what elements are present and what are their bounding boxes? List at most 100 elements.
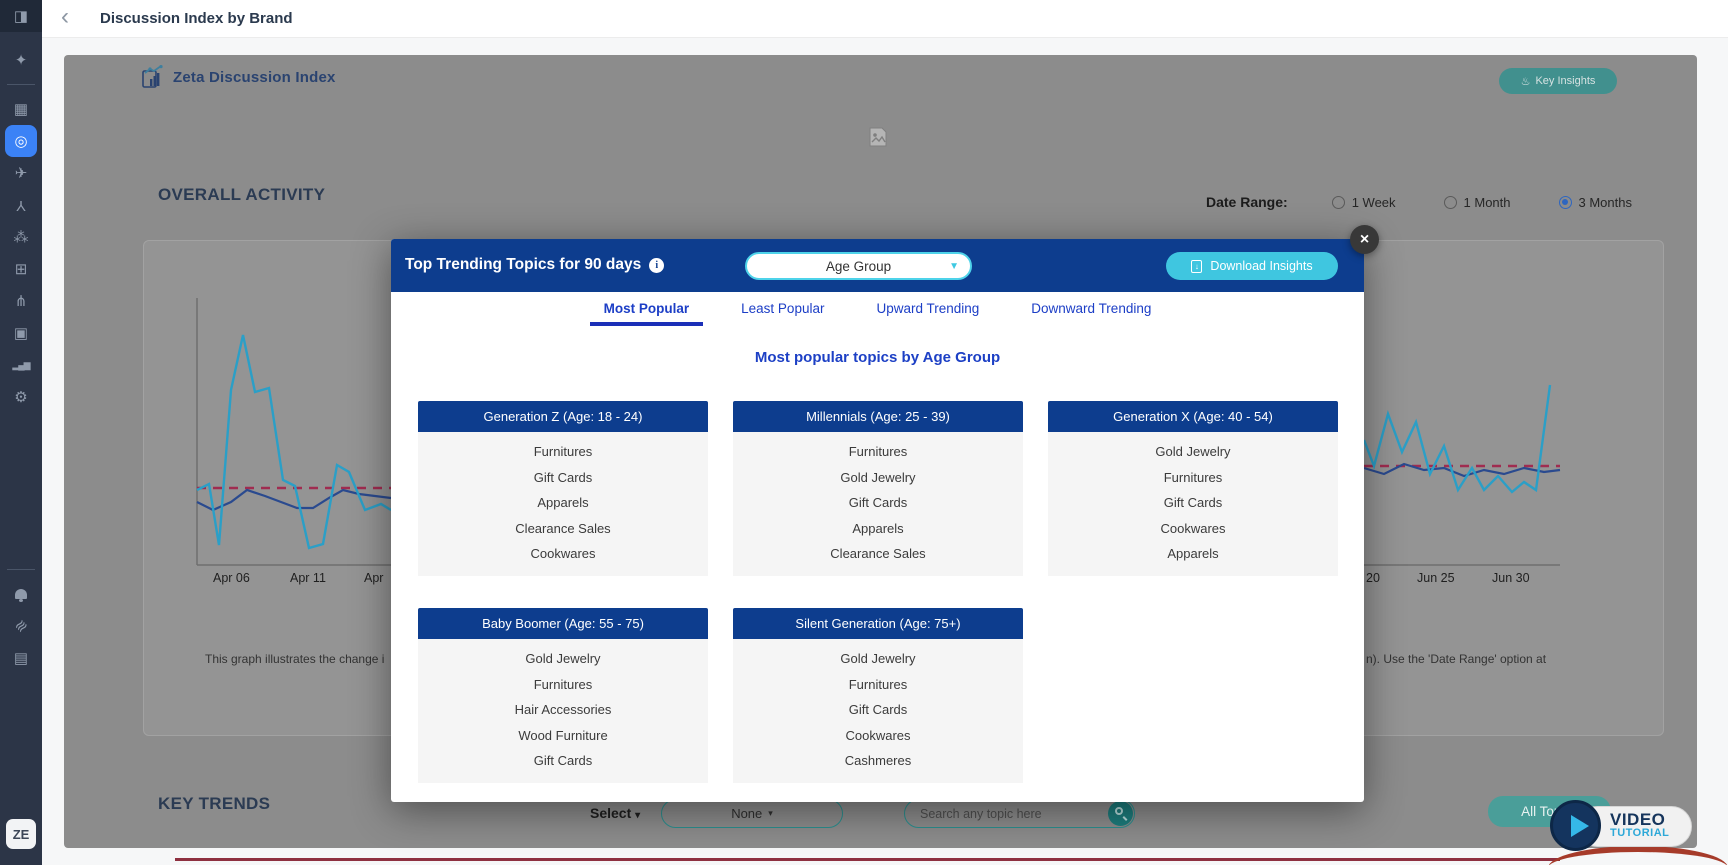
flow-icon[interactable]: ⋔ [0,285,42,317]
topic-card-gen-z: Generation Z (Age: 18 - 24) Furnitures G… [418,401,708,576]
topic-item: Furnitures [733,672,1023,698]
x-axis-label: Jun 30 [1492,571,1530,585]
sidebar: ◨ ✦ ▦ ◎ ✈ Y ⁂ ⊞ ⋔ ▣ ▂▄▆ ⚙ ≋ ▤ ZE [0,0,42,865]
topic-item: Gift Cards [418,465,708,491]
page-title: Discussion Index by Brand [100,10,293,27]
radio-3-months[interactable]: 3 Months [1559,195,1632,210]
topic-item: Gold Jewelry [733,646,1023,672]
dashboard-icon[interactable]: ▦ [0,93,42,125]
topic-item: Cookwares [1048,516,1338,542]
top-bar: ‹ Discussion Index by Brand [0,0,1728,38]
radio-circle [1444,196,1457,209]
topic-item: Gold Jewelry [1048,439,1338,465]
tab-least-popular[interactable]: Least Popular [735,301,830,326]
topic-item: Furnitures [1048,465,1338,491]
panel-toggle-icon[interactable]: ◨ [0,0,42,32]
age-group-dropdown[interactable]: Age Group ▼ [745,252,972,280]
topic-item: Hair Accessories [418,697,708,723]
topic-card-gen-x: Generation X (Age: 40 - 54) Gold Jewelry… [1048,401,1338,576]
trending-topics-modal: Top Trending Topics for 90 days i Age Gr… [391,239,1364,802]
filter-dropdown[interactable]: None ▾ [661,799,843,828]
search-button[interactable] [1108,801,1133,826]
topic-item: Gift Cards [1048,490,1338,516]
radio-circle-selected [1559,196,1572,209]
close-icon[interactable]: × [1350,225,1379,254]
topic-card-baby-boomer: Baby Boomer (Age: 55 - 75) Gold Jewelry … [418,608,708,783]
date-range-group: Date Range: 1 Week 1 Month 3 Months [1206,194,1680,210]
layers-icon[interactable]: ▣ [0,317,42,349]
card-header: Generation Z (Age: 18 - 24) [418,401,708,432]
topic-item: Gift Cards [733,697,1023,723]
card-header: Silent Generation (Age: 75+) [733,608,1023,639]
chevron-down-icon: ▾ [635,810,640,821]
bottom-chart-line [175,858,1560,861]
broken-image-icon [869,127,887,147]
video-label: VIDEO [1610,811,1669,828]
chevron-down-icon: ▾ [768,808,773,819]
app-root: ‹ Discussion Index by Brand ◨ ✦ ▦ ◎ ✈ Y … [0,0,1728,865]
sidebar-divider [7,84,35,85]
brand-name: Zeta Discussion Index [173,69,336,86]
tab-most-popular[interactable]: Most Popular [598,301,696,326]
topic-item: Cookwares [418,541,708,567]
download-insights-button[interactable]: ↓ Download Insights [1166,252,1338,280]
modal-title: Top Trending Topics for 90 days [405,256,641,274]
topic-item: Clearance Sales [733,541,1023,567]
card-header: Baby Boomer (Age: 55 - 75) [418,608,708,639]
brand-logo-icon [141,65,165,89]
back-chevron-icon[interactable]: ‹ [52,4,78,32]
date-range-label: Date Range: [1206,194,1288,210]
info-icon[interactable]: i [649,258,664,273]
avatar[interactable]: ZE [6,819,36,849]
x-axis-label: Apr 11 [290,571,326,585]
send-icon[interactable]: ✈ [0,157,42,189]
signal-icon[interactable]: ≋ [0,610,42,642]
search-input[interactable] [907,802,1102,825]
x-axis-label: Jun 25 [1417,571,1455,585]
dropdown-caret-icon: ▼ [949,261,959,272]
radio-1-month[interactable]: 1 Month [1444,195,1511,210]
topic-item: Wood Furniture [418,723,708,749]
topic-item: Gold Jewelry [418,646,708,672]
x-axis-label: Apr 06 [213,571,250,585]
topic-card-millennials: Millennials (Age: 25 - 39) Furnitures Go… [733,401,1023,576]
target-icon[interactable]: ◎ [5,125,37,157]
topic-item: Furnitures [418,439,708,465]
book-icon[interactable]: ▤ [0,642,42,674]
key-insights-button[interactable]: ♨ Key Insights [1499,68,1617,94]
x-axis-label: Apr [364,571,383,585]
brand: Zeta Discussion Index [141,65,336,89]
card-header: Generation X (Age: 40 - 54) [1048,401,1338,432]
topic-item: Furnitures [733,439,1023,465]
radio-1-week[interactable]: 1 Week [1332,195,1396,210]
sitemap-icon[interactable]: Y [0,189,42,221]
calendar-icon[interactable]: ⊞ [0,253,42,285]
topic-search [904,799,1135,828]
radio-circle [1332,196,1345,209]
x-axis-label: 20 [1366,571,1380,585]
download-icon: ↓ [1191,260,1202,273]
key-trends-title: KEY TRENDS [158,794,270,814]
topic-item: Apparels [1048,541,1338,567]
tab-downward-trending[interactable]: Downward Trending [1025,301,1157,326]
chart-caption-right: n). Use the 'Date Range' option at [1366,652,1581,666]
select-dropdown[interactable]: Select ▾ [590,805,640,821]
topic-card-silent-generation: Silent Generation (Age: 75+) Gold Jewelr… [733,608,1023,783]
search-icon [1115,807,1123,815]
bell-icon[interactable] [0,578,42,610]
video-play-button[interactable] [1550,800,1601,851]
tab-upward-trending[interactable]: Upward Trending [870,301,985,326]
chart-icon[interactable]: ▂▄▆ [0,349,42,381]
cluster-icon[interactable]: ⁂ [0,221,42,253]
topic-item: Gift Cards [733,490,1023,516]
play-icon [1571,815,1589,837]
modal-subtitle: Most popular topics by Age Group [391,349,1364,366]
topic-item: Apparels [418,490,708,516]
sparkles-icon[interactable]: ✦ [0,44,42,76]
gear-icon[interactable]: ⚙ [0,381,42,413]
topic-item: Clearance Sales [418,516,708,542]
sidebar-divider [7,569,35,570]
topic-item: Cookwares [733,723,1023,749]
topic-item: Gift Cards [418,748,708,774]
tutorial-label: TUTORIAL [1610,828,1669,839]
